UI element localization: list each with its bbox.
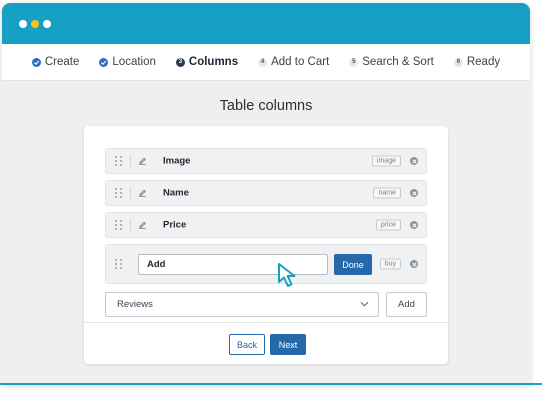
step-columns[interactable]: 3 Columns [175,56,239,68]
divider [130,219,131,231]
column-label: Price [163,219,187,231]
title-bar [2,3,530,44]
column-label: Name [163,187,189,199]
step-ready[interactable]: 6 Ready [453,56,501,68]
pencil-icon[interactable] [138,189,147,198]
wizard-steps: Create Location 3 Columns 4 Add to Cart … [2,44,530,81]
add-column-button[interactable]: Add [386,292,427,317]
drag-handle-icon[interactable] [115,188,122,198]
step-create[interactable]: Create [31,56,80,68]
step-label: Create [44,56,80,68]
remove-column-icon[interactable] [410,189,418,197]
step-number: 3 [175,57,185,67]
drag-handle-icon[interactable] [115,220,122,230]
window-dot-2 [31,19,39,28]
step-number: 6 [453,57,463,67]
columns-card: Image image Name name Price price Done b… [84,126,448,364]
step-number: 4 [258,57,268,67]
pencil-icon[interactable] [138,157,147,166]
column-slug-badge: image [371,155,401,167]
remove-column-icon[interactable] [410,260,418,268]
select-value: Reviews [117,299,153,310]
back-button[interactable]: Back [229,334,265,355]
step-label: Ready [466,56,501,68]
divider [130,187,131,199]
drag-handle-icon[interactable] [115,156,122,166]
column-row-price: Price price [105,212,427,238]
column-type-select[interactable]: Reviews [105,292,379,317]
column-slug-badge: buy [379,258,401,270]
remove-column-icon[interactable] [410,157,418,165]
step-label: Location [112,56,156,68]
checkmark-icon [99,57,109,67]
step-search-sort[interactable]: 5 Search & Sort [349,56,434,68]
step-location[interactable]: Location [99,56,156,68]
done-button[interactable]: Done [334,254,372,275]
accent-line [0,383,542,385]
column-label: Image [163,155,191,167]
column-row-name: Name name [105,180,427,206]
column-slug-badge: name [373,187,401,199]
chevron-down-icon [360,301,369,307]
step-label: Columns [188,56,239,68]
column-row-image: Image image [105,148,427,174]
divider [84,322,448,323]
step-label: Search & Sort [362,56,434,68]
page-title: Table columns [219,98,313,114]
pencil-icon[interactable] [138,221,147,230]
step-number: 5 [349,57,359,67]
app-window: Create Location 3 Columns 4 Add to Cart … [2,3,530,385]
mouse-pointer-icon [278,263,296,287]
step-label: Add to Cart [271,56,330,68]
column-slug-badge: price [375,219,401,231]
drag-handle-icon[interactable] [115,259,122,269]
step-add-to-cart[interactable]: 4 Add to Cart [258,56,329,68]
next-button[interactable]: Next [270,334,306,355]
remove-column-icon[interactable] [410,221,418,229]
divider [130,155,131,167]
window-dot-1 [19,19,27,28]
window-dot-3 [43,19,51,28]
checkmark-icon [31,57,41,67]
column-row-editing: Done buy [105,244,427,284]
